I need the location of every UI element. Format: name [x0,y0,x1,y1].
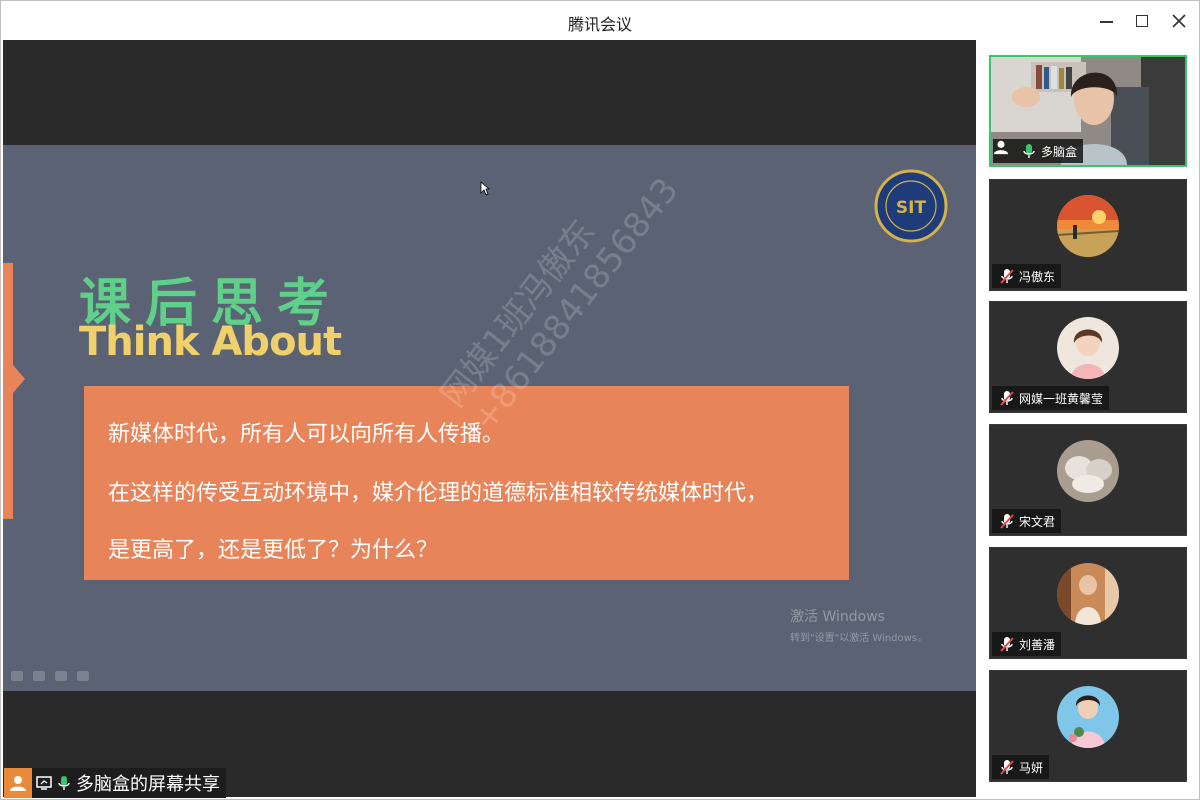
user-icon [993,140,1009,155]
logo-text: SIT [896,198,927,218]
screen-share-label-text: 多脑盒的屏幕共享 [76,774,220,795]
maximize-button[interactable] [1130,9,1154,33]
participant-name: 马妍 [1019,760,1044,775]
presentation-slide: 课后思考 Think About SIT 新媒体时代，所有人可以向所有人传播。 … [3,145,976,691]
participant-avatar [1057,686,1119,748]
participant-avatar [1057,440,1119,502]
participant-name-tag: 冯傲东 [992,264,1062,288]
avatar [4,768,32,798]
microphone-muted-icon [1000,760,1014,775]
participant-name: 多脑盒 [1041,144,1078,159]
title-bar: 腾讯会议 [0,0,1200,40]
screen-share-label: 多脑盒的屏幕共享 [4,768,226,798]
participant-avatar [1057,563,1119,625]
screen-share-icon [36,776,52,790]
windows-activation-notice: 激活 Windows 转到"设置"以激活 Windows。 [790,606,927,644]
screen-share-area[interactable]: 课后思考 Think About SIT 新媒体时代，所有人可以向所有人传播。 … [3,40,976,797]
minimize-button[interactable] [1094,9,1118,33]
participant-name-tag: 宋文君 [992,509,1062,533]
slide-side-arrow [13,365,25,393]
participant-avatar [1057,317,1119,379]
maximize-icon [1136,15,1148,27]
participant-tile-active[interactable]: 多脑盒 [989,55,1187,167]
slides-icon[interactable] [55,671,67,681]
slide-side-tab [3,263,13,519]
participant-avatar [1057,195,1119,257]
pen-icon[interactable] [33,671,45,681]
participant-tile[interactable]: 马妍 [989,670,1187,782]
microphone-icon [58,776,70,790]
slide-toolbar [11,671,89,681]
participant-name-tag: 马妍 [992,755,1050,779]
participant-name-tag: 多脑盒 [993,139,1084,163]
microphone-muted-icon [1000,637,1014,652]
back-arrow-icon[interactable] [11,671,23,681]
close-icon [1172,14,1186,28]
microphone-muted-icon [1000,391,1014,406]
microphone-icon [1023,144,1035,158]
activate-title: 激活 Windows [790,609,885,625]
avatar [993,139,1017,163]
participant-name-tag: 刘善潘 [992,632,1062,656]
school-logo: SIT [874,169,948,243]
user-icon [10,776,26,791]
participant-name-tag: 网媒一班黄馨莹 [992,386,1110,410]
minimize-icon [1100,21,1113,23]
window-title: 腾讯会议 [567,15,632,34]
close-button[interactable] [1167,9,1191,33]
slide-title-en: Think About [79,319,342,365]
participant-panel: 多脑盒 冯傲东 网媒一班黄馨莹 宋文君 刘善潘 马妍 [976,40,1197,797]
zoom-icon[interactable] [77,671,89,681]
mouse-pointer-icon [480,181,490,196]
participant-name: 网媒一班黄馨莹 [1019,391,1104,406]
participant-name: 刘善潘 [1019,637,1056,652]
activate-subtitle: 转到"设置"以激活 Windows。 [790,633,928,644]
participant-name: 宋文君 [1019,514,1056,529]
microphone-muted-icon [1000,514,1014,529]
participant-tile[interactable]: 宋文君 [989,424,1187,536]
question-line-1: 新媒体时代，所有人可以向所有人传播。 [108,422,505,447]
question-line-3: 是更高了，还是更低了？为什么？ [108,538,439,563]
participant-name: 冯傲东 [1019,269,1056,284]
participant-tile[interactable]: 冯傲东 [989,179,1187,291]
participant-tile[interactable]: 网媒一班黄馨莹 [989,301,1187,413]
microphone-muted-icon [1000,269,1014,284]
question-line-2: 在这样的传受互动环境中，媒介伦理的道德标准相较传统媒体时代， [108,481,769,506]
participant-tile[interactable]: 刘善潘 [989,547,1187,659]
